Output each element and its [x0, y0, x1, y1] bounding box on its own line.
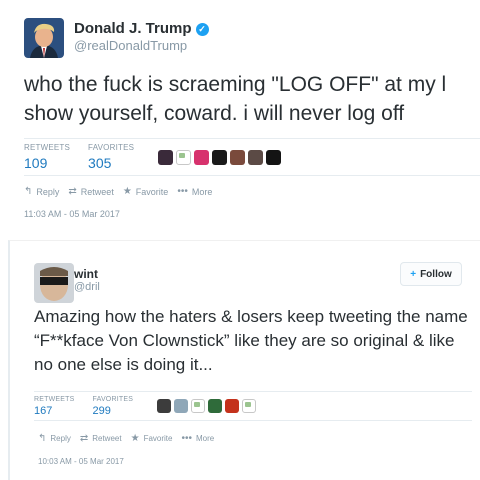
retweets-stat[interactable]: RETWEETS 167: [34, 396, 75, 417]
favoriter-avatar[interactable]: [157, 399, 172, 413]
retweet-button[interactable]: ⇄ Retweet: [80, 433, 122, 444]
author-handle[interactable]: @realDonaldTrump: [74, 38, 187, 53]
retweets-count[interactable]: 109: [24, 155, 70, 171]
retweets-stat[interactable]: RETWEETS 109: [24, 143, 70, 171]
favoriter-avatars: [157, 399, 257, 413]
more-label: More: [195, 434, 215, 443]
more-label: More: [191, 186, 213, 197]
favorites-stat[interactable]: FAVORITES 299: [93, 396, 134, 417]
favorites-label: FAVORITES: [88, 143, 135, 152]
favorites-stat[interactable]: FAVORITES 305: [88, 143, 134, 171]
favoriter-avatar[interactable]: [212, 149, 228, 165]
favoriter-avatar[interactable]: [225, 399, 240, 413]
favoriter-avatar[interactable]: [208, 399, 223, 413]
reply-label: Reply: [50, 434, 71, 443]
favorite-button[interactable]: ★ Favorite: [123, 186, 168, 197]
favoriter-avatar[interactable]: [194, 149, 210, 165]
tweet-actions: ↰ Reply ⇄ Retweet ★ Favorite ••• More: [24, 186, 221, 197]
favoriter-avatar[interactable]: [266, 149, 282, 165]
author-avatar[interactable]: [34, 263, 74, 303]
tweet-stats: RETWEETS 167 FAVORITES 299: [34, 391, 472, 421]
author-name-text[interactable]: Donald J. Trump: [74, 20, 192, 37]
favoriter-avatars: [158, 149, 282, 165]
reply-button[interactable]: ↰ Reply: [24, 186, 59, 197]
tweet-actions: ↰ Reply ⇄ Retweet ★ Favorite ••• More: [38, 433, 223, 444]
retweet-button[interactable]: ⇄ Retweet: [68, 186, 113, 197]
broken-image-icon[interactable]: [191, 399, 206, 413]
broken-image-icon[interactable]: [176, 149, 192, 165]
more-button[interactable]: ••• More: [181, 433, 214, 444]
retweets-label: RETWEETS: [34, 395, 75, 403]
retweets-count[interactable]: 167: [34, 405, 75, 417]
tweet-stats: RETWEETS 109 FAVORITES 305: [24, 138, 480, 176]
favorites-label: FAVORITES: [92, 395, 134, 403]
retweets-label: RETWEETS: [24, 143, 71, 152]
author-handle[interactable]: @dril: [74, 281, 100, 293]
author-name[interactable]: wint: [74, 267, 98, 281]
star-icon: ★: [122, 186, 132, 197]
favorite-label: Favorite: [135, 186, 169, 197]
author-name[interactable]: Donald J. Trump ✓: [74, 20, 209, 37]
more-dots-icon: •••: [177, 186, 188, 197]
reply-icon: ↰: [38, 433, 47, 444]
more-dots-icon: •••: [181, 433, 192, 444]
retweet-icon: ⇄: [68, 186, 77, 197]
favorite-label: Favorite: [143, 434, 173, 443]
reply-label: Reply: [36, 186, 60, 197]
tweet-text: Amazing how the haters & losers keep twe…: [34, 307, 468, 374]
reply-button[interactable]: ↰ Reply: [38, 433, 71, 444]
tweet-card-1: Donald J. Trump ✓ @realDonaldTrump who th…: [0, 0, 480, 232]
star-icon: ★: [130, 433, 140, 444]
favorite-button[interactable]: ★ Favorite: [131, 433, 173, 444]
reply-icon: ↰: [24, 186, 33, 197]
add-user-icon: +: [410, 268, 417, 280]
author-avatar[interactable]: [24, 18, 64, 58]
tweet-text: who the fuck is scraeming "LOG OFF" at m…: [24, 73, 447, 125]
more-button[interactable]: ••• More: [177, 186, 212, 197]
broken-image-icon[interactable]: [242, 399, 257, 413]
retweet-icon: ⇄: [79, 433, 89, 444]
tweet-timestamp[interactable]: 11:03 AM - 05 Mar 2017: [24, 209, 120, 219]
favorites-count[interactable]: 305: [88, 155, 134, 171]
favorites-count[interactable]: 299: [93, 405, 134, 417]
retweet-label: Retweet: [80, 186, 114, 197]
retweet-label: Retweet: [92, 434, 122, 443]
follow-label: Follow: [420, 268, 452, 280]
favoriter-avatar[interactable]: [158, 149, 174, 165]
favoriter-avatar[interactable]: [174, 399, 189, 413]
favoriter-avatar[interactable]: [248, 149, 264, 165]
tweet-timestamp[interactable]: 10:03 AM - 05 Mar 2017: [38, 457, 124, 466]
favoriter-avatar[interactable]: [230, 149, 246, 165]
follow-button[interactable]: + Follow: [400, 262, 462, 286]
verified-badge-icon: ✓: [195, 23, 209, 36]
